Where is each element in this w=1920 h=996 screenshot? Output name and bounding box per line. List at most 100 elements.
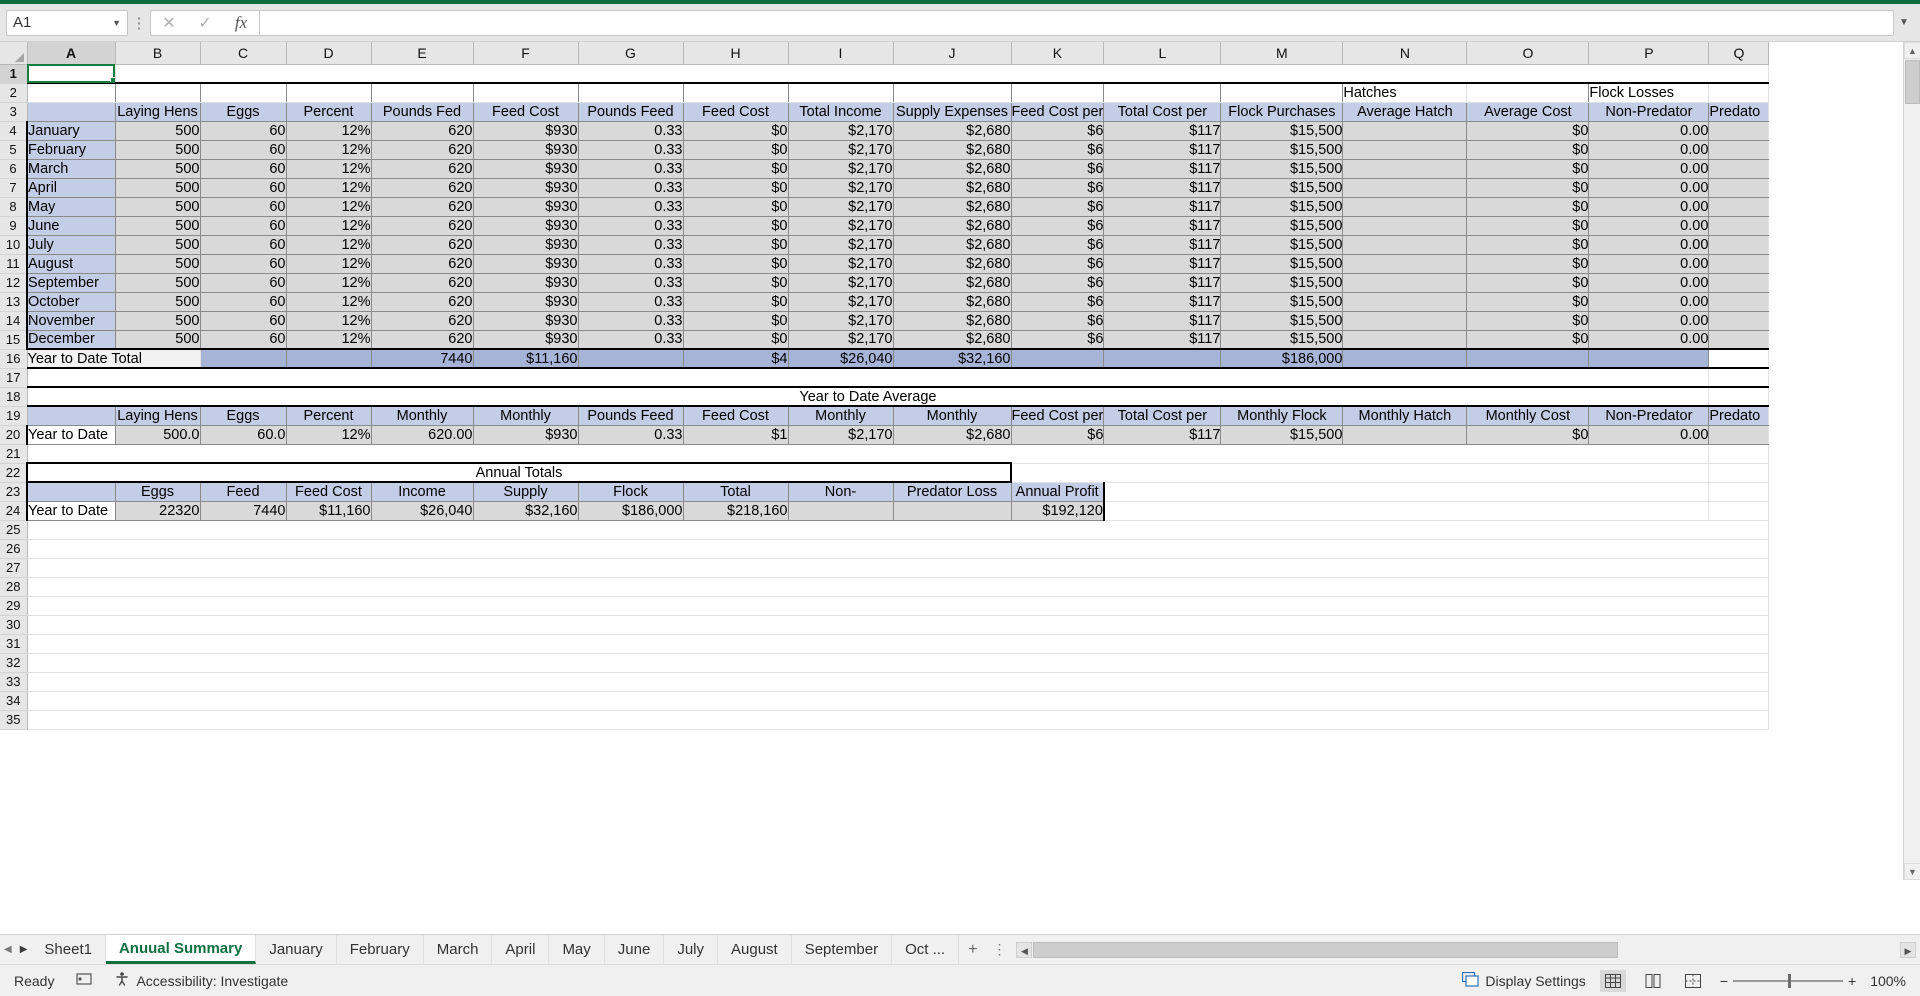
cell-row21-blank[interactable] — [27, 444, 1709, 463]
cell-Q21[interactable] — [1709, 444, 1769, 463]
month-cell[interactable]: 620 — [371, 140, 473, 159]
month-cell[interactable] — [1343, 178, 1467, 197]
month-cell[interactable]: 12% — [286, 178, 371, 197]
month-cell[interactable]: 60 — [200, 159, 286, 178]
header-cell-average-hatch[interactable]: Average Hatch — [1343, 102, 1467, 121]
month-cell[interactable]: $117 — [1104, 273, 1221, 292]
header-cell-total-cost-per[interactable]: Total Cost per — [1104, 102, 1221, 121]
row-header-15[interactable]: 15 — [0, 330, 27, 349]
month-cell[interactable] — [1343, 121, 1467, 140]
prev-sheet-icon[interactable]: ▶ — [20, 944, 28, 955]
column-header-H[interactable]: H — [683, 42, 788, 64]
avg-header-monthly-cost[interactable]: Monthly Cost — [1467, 406, 1589, 425]
annual-val-non[interactable] — [788, 501, 893, 520]
column-header-O[interactable]: O — [1467, 42, 1589, 64]
month-cell[interactable] — [1709, 311, 1769, 330]
row-header-3[interactable]: 3 — [0, 102, 27, 121]
avg-val-eggs[interactable]: 60.0 — [200, 425, 286, 444]
month-cell[interactable]: $15,500 — [1221, 273, 1343, 292]
month-cell[interactable]: $0 — [683, 330, 788, 349]
cell-A1[interactable] — [27, 64, 115, 83]
annual-header-feed[interactable]: Feed — [200, 482, 286, 501]
month-cell[interactable]: $0 — [683, 292, 788, 311]
avg-header-percent[interactable]: Percent — [286, 406, 371, 425]
column-header-M[interactable]: M — [1221, 42, 1343, 64]
month-cell[interactable]: 60 — [200, 235, 286, 254]
scroll-left-icon[interactable]: ◀ — [1016, 942, 1032, 958]
month-cell[interactable]: 12% — [286, 159, 371, 178]
row-header-27[interactable]: 27 — [0, 558, 27, 577]
month-cell[interactable]: $2,680 — [893, 178, 1011, 197]
month-cell[interactable]: 500 — [115, 140, 200, 159]
cell-F2[interactable] — [473, 83, 578, 102]
cell-Q24[interactable] — [1709, 501, 1769, 520]
avg-header-non-predator[interactable]: Non-Predator — [1589, 406, 1709, 425]
empty-cell-range[interactable] — [27, 577, 1769, 596]
empty-cell-range[interactable] — [27, 596, 1769, 615]
month-cell[interactable]: $0 — [1467, 254, 1589, 273]
month-cell[interactable]: 60 — [200, 178, 286, 197]
sheet-tab-anuual-summary[interactable]: Anuual Summary — [106, 935, 256, 964]
row-header-19[interactable]: 19 — [0, 406, 27, 425]
annual-val-feed-cost[interactable]: $11,160 — [286, 501, 371, 520]
month-cell[interactable] — [1709, 140, 1769, 159]
month-cell[interactable]: $15,500 — [1221, 140, 1343, 159]
month-cell[interactable]: 0.00 — [1589, 159, 1709, 178]
month-cell[interactable]: 12% — [286, 273, 371, 292]
ytd-total-income[interactable]: $26,040 — [788, 349, 893, 368]
avg-val-monthly-flock[interactable]: $15,500 — [1221, 425, 1343, 444]
month-cell[interactable]: 620 — [371, 121, 473, 140]
ytd-total-N16[interactable] — [1343, 349, 1467, 368]
avg-header-monthly-1[interactable]: Monthly — [371, 406, 473, 425]
month-cell[interactable]: 0.33 — [578, 330, 683, 349]
month-cell[interactable]: $2,680 — [893, 273, 1011, 292]
month-cell[interactable]: $117 — [1104, 235, 1221, 254]
avg-val-percent[interactable]: 12% — [286, 425, 371, 444]
month-cell[interactable]: $15,500 — [1221, 178, 1343, 197]
month-cell[interactable]: $2,680 — [893, 330, 1011, 349]
month-cell[interactable] — [1343, 159, 1467, 178]
sheet-tab-may[interactable]: May — [549, 935, 604, 964]
month-cell[interactable]: $930 — [473, 140, 578, 159]
ytd-total-feed-cost[interactable]: $11,160 — [473, 349, 578, 368]
month-cell[interactable]: 500 — [115, 292, 200, 311]
scroll-up-icon[interactable]: ▲ — [1904, 42, 1920, 59]
month-cell[interactable] — [1709, 216, 1769, 235]
month-cell[interactable]: 60 — [200, 292, 286, 311]
month-cell[interactable]: $15,500 — [1221, 159, 1343, 178]
row-header-4[interactable]: 4 — [0, 121, 27, 140]
month-cell[interactable]: 500 — [115, 178, 200, 197]
month-cell[interactable]: 60 — [200, 197, 286, 216]
month-cell[interactable]: $0 — [683, 254, 788, 273]
month-cell[interactable]: $930 — [473, 311, 578, 330]
header-cell-predator[interactable]: Predato — [1709, 102, 1769, 121]
month-cell[interactable]: 60 — [200, 140, 286, 159]
ytd-total-label[interactable]: Year to Date Total — [27, 349, 200, 368]
avg-header-monthly-3[interactable]: Monthly — [788, 406, 893, 425]
sheet-tab-june[interactable]: June — [605, 935, 665, 964]
month-cell[interactable]: $930 — [473, 159, 578, 178]
month-cell[interactable]: $117 — [1104, 311, 1221, 330]
row-header-22[interactable]: 22 — [0, 463, 27, 482]
month-cell[interactable]: 12% — [286, 197, 371, 216]
month-label[interactable]: November — [27, 311, 115, 330]
month-cell[interactable]: 0.33 — [578, 254, 683, 273]
month-cell[interactable]: $6 — [1011, 273, 1104, 292]
row-header-9[interactable]: 9 — [0, 216, 27, 235]
month-cell[interactable]: $0 — [1467, 292, 1589, 311]
horizontal-scroll-thumb[interactable] — [1033, 942, 1618, 958]
annual-val-supply[interactable]: $32,160 — [473, 501, 578, 520]
cell-E2[interactable] — [371, 83, 473, 102]
month-cell[interactable]: 620 — [371, 159, 473, 178]
month-cell[interactable] — [1709, 235, 1769, 254]
row-header-2[interactable]: 2 — [0, 83, 27, 102]
sheet-tabs-overflow-icon[interactable]: ⋮ — [986, 935, 1012, 964]
annual-header-annual-profit[interactable]: Annual Profit — [1011, 482, 1104, 501]
month-cell[interactable]: 0.33 — [578, 235, 683, 254]
month-cell[interactable]: $930 — [473, 121, 578, 140]
empty-cell-range[interactable] — [27, 710, 1769, 729]
cell-C2[interactable] — [200, 83, 286, 102]
month-cell[interactable]: $15,500 — [1221, 292, 1343, 311]
cell-row17-blank[interactable] — [27, 368, 1709, 387]
month-cell[interactable]: $117 — [1104, 140, 1221, 159]
